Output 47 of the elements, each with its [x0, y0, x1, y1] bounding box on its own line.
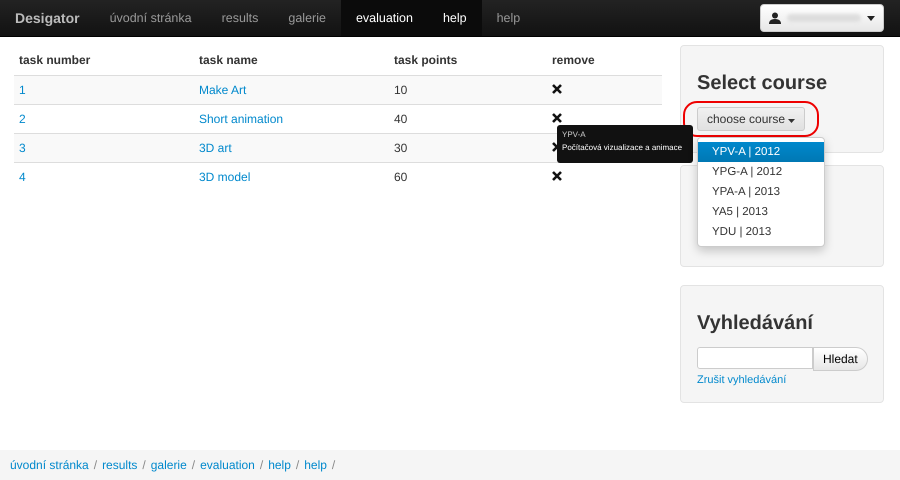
dropdown-item[interactable]: YPG-A | 2012	[698, 162, 824, 182]
task-name-link[interactable]: 3D model	[199, 170, 250, 184]
column-header: task name	[199, 53, 258, 67]
task-number-link[interactable]: 2	[19, 112, 26, 126]
task-number-link[interactable]: 1	[19, 83, 26, 97]
task-number-link[interactable]: 4	[19, 170, 26, 184]
task-name-link[interactable]: 3D art	[199, 141, 232, 155]
nav-link[interactable]: úvodní stránka	[94, 0, 207, 36]
task-number-link[interactable]: 3	[19, 141, 26, 155]
nav-link[interactable]: evaluation	[340, 0, 428, 36]
nav-link[interactable]: help	[482, 0, 536, 36]
tooltip-text: Počítačová vizualizace a animace	[562, 142, 684, 154]
breadcrumb-separator: /	[332, 458, 336, 472]
tooltip-title: YPV-A	[562, 129, 587, 141]
breadcrumb-link[interactable]: evaluation	[200, 458, 255, 472]
task-name-link[interactable]: Short animation	[199, 112, 284, 126]
card-title: Vyhledávání	[697, 312, 814, 335]
task-name-link[interactable]: Make Art	[199, 83, 246, 97]
breadcrumb-separator: /	[296, 458, 300, 472]
choose-course-button[interactable]: choose course	[697, 107, 806, 131]
cancel-search-link[interactable]: Zrušit vyhledávání	[697, 374, 786, 386]
breadcrumb-separator: /	[192, 458, 196, 472]
table-cell: 40	[394, 112, 408, 126]
nav-link[interactable]: help	[428, 0, 482, 36]
search-button[interactable]: Hledat	[813, 347, 868, 371]
breadcrumb-link[interactable]: úvodní stránka	[10, 458, 89, 472]
dropdown-item[interactable]: YPV-A | 2012	[698, 142, 824, 162]
column-header: remove	[552, 53, 595, 67]
dropdown-item[interactable]: YPA-A | 2013	[698, 182, 824, 202]
column-header: task points	[394, 53, 458, 67]
card-title: Select course	[697, 72, 828, 95]
breadcrumb-link[interactable]: results	[102, 458, 138, 472]
breadcrumb-link[interactable]: help	[304, 458, 327, 472]
brand-link[interactable]: Desigator	[0, 0, 95, 36]
column-header: task number	[19, 53, 90, 67]
table-cell: 30	[394, 141, 408, 155]
dropdown-item[interactable]: YA5 | 2013	[698, 202, 824, 222]
breadcrumb-link[interactable]: help	[268, 458, 291, 472]
breadcrumb-separator: /	[142, 458, 146, 472]
breadcrumb-link[interactable]: galerie	[150, 458, 187, 472]
dropdown-item[interactable]: YDU | 2013	[698, 222, 824, 242]
nav-link[interactable]: results	[206, 0, 274, 36]
nav-link[interactable]: galerie	[273, 0, 341, 36]
table-cell: 10	[394, 83, 408, 97]
breadcrumb-separator: /	[260, 458, 264, 472]
breadcrumb-separator: /	[94, 458, 98, 472]
table-cell: 60	[394, 170, 408, 184]
